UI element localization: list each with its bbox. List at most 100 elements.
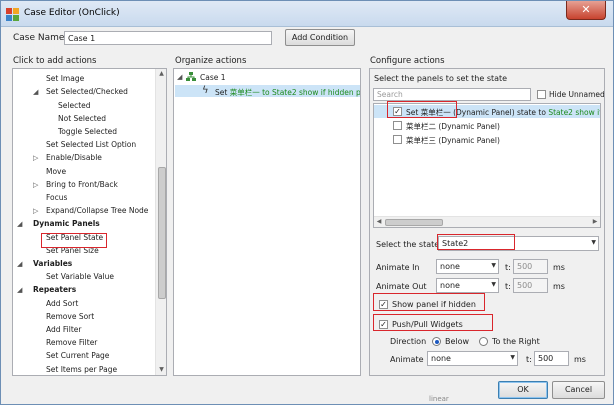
highlight-set-panel-state: [41, 233, 107, 248]
add-actions-header: Click to add actions: [13, 56, 97, 66]
partial-text: linear: [429, 395, 449, 403]
action-item[interactable]: Selected: [58, 101, 91, 110]
direction-right-radio[interactable]: [479, 337, 488, 346]
action-item[interactable]: Toggle Selected: [58, 127, 117, 136]
select-state-label: Select the state: [376, 240, 440, 249]
panels-list: ✓ Set 菜单栏一 (Dynamic Panel) state to State…: [373, 103, 601, 228]
case-name-label: Case Name: [13, 33, 65, 43]
animate-out-value: none: [440, 281, 460, 290]
scroll-thumb[interactable]: [158, 167, 166, 299]
highlight-push-pull: [373, 314, 493, 331]
actions-scrollbar[interactable]: ▲ ▼: [155, 69, 166, 375]
hide-unnamed-checkbox[interactable]: [537, 90, 546, 99]
ms-label: ms: [553, 263, 565, 272]
hscroll-thumb[interactable]: [385, 219, 443, 226]
ok-button[interactable]: OK: [498, 381, 548, 399]
t-label: t:: [526, 355, 532, 364]
action-item[interactable]: Set Selected/Checked: [46, 87, 128, 96]
animate-in-value: none: [440, 262, 460, 271]
animate-out-duration[interactable]: 500: [513, 278, 548, 293]
highlight-panel-row: [387, 101, 457, 118]
app-icon: [6, 8, 19, 21]
action-item[interactable]: Set Selected List Option: [46, 140, 136, 149]
action-set-panel-state[interactable]: Set 菜单栏一 to State2 show if hidden pus: [215, 87, 360, 98]
direction-right-label: To the Right: [492, 337, 540, 346]
action-category[interactable]: Repeaters: [33, 285, 76, 294]
animate-label: Animate: [390, 355, 424, 364]
action-category[interactable]: Variables: [33, 259, 72, 268]
search-input[interactable]: Search: [373, 88, 531, 101]
direction-below-radio[interactable]: [432, 337, 441, 346]
action-item[interactable]: Set Variable Value: [46, 272, 114, 281]
select-panels-label: Select the panels to set the state: [374, 74, 508, 83]
panel-checkbox[interactable]: [393, 121, 402, 130]
action-item[interactable]: Set Items per Page: [46, 365, 117, 374]
action-item[interactable]: Set Current Page: [46, 351, 109, 360]
expand-arrow-icon[interactable]: ▷: [33, 154, 38, 162]
ms-label: ms: [553, 282, 565, 291]
hide-unnamed-label: Hide Unnamed: [549, 90, 605, 99]
organize-actions-header: Organize actions: [175, 56, 247, 66]
t-label: t:: [505, 282, 511, 291]
expand-arrow-icon[interactable]: ▷: [33, 207, 38, 215]
expand-arrow-icon[interactable]: ◢: [17, 260, 22, 268]
add-condition-button[interactable]: Add Condition: [285, 29, 355, 46]
action-item[interactable]: Add Sort: [46, 299, 78, 308]
scroll-down-arrow[interactable]: ▼: [156, 365, 166, 375]
panel-item[interactable]: 菜单栏二 (Dynamic Panel): [406, 121, 500, 132]
action-item[interactable]: Enable/Disable: [46, 153, 102, 162]
panel-item[interactable]: 菜单栏三 (Dynamic Panel): [406, 135, 500, 146]
case-name-input[interactable]: Case 1: [64, 31, 272, 45]
action-item[interactable]: Not Selected: [58, 114, 106, 123]
case-icon: [186, 72, 196, 81]
animate-out-label: Animate Out: [376, 282, 427, 291]
scroll-left-arrow[interactable]: ◀: [374, 217, 384, 227]
panel-checkbox[interactable]: [393, 135, 402, 144]
expand-arrow-icon[interactable]: ▷: [33, 181, 38, 189]
case-expand-arrow[interactable]: ◢: [177, 73, 182, 81]
actions-tree: Set Text Set Image ◢ Set Selected/Checked Se…: [12, 68, 167, 376]
direction-below-label: Below: [445, 337, 470, 346]
scroll-right-arrow[interactable]: ▶: [590, 217, 600, 227]
animate-in-duration[interactable]: 500: [513, 259, 548, 274]
expand-arrow-icon[interactable]: ◢: [17, 286, 22, 294]
animate-duration[interactable]: 500: [534, 351, 569, 366]
animate-select[interactable]: none ▼: [427, 351, 518, 366]
animate-value: none: [431, 354, 451, 363]
animate-in-select[interactable]: none ▼: [436, 259, 499, 274]
configure-actions-header: Configure actions: [370, 56, 445, 66]
chevron-down-icon: ▼: [510, 354, 515, 361]
action-item[interactable]: Bring to Front/Back: [46, 180, 118, 189]
chevron-down-icon: ▼: [491, 281, 496, 288]
action-item[interactable]: Set Text: [46, 69, 76, 70]
action-item[interactable]: Expand/Collapse Tree Node: [46, 206, 148, 215]
t-label: t:: [505, 263, 511, 272]
action-category[interactable]: Dynamic Panels: [33, 219, 100, 228]
lightning-icon: ϟ: [202, 85, 209, 96]
animate-in-label: Animate In: [376, 263, 420, 272]
close-button[interactable]: ✕: [566, 1, 606, 20]
panels-hscrollbar[interactable]: ◀ ▶: [374, 216, 600, 227]
animate-out-select[interactable]: none ▼: [436, 278, 499, 293]
expand-arrow-icon[interactable]: ◢: [17, 220, 22, 228]
chevron-down-icon: ▼: [491, 262, 496, 269]
highlight-show-if-hidden: [373, 293, 485, 311]
ms-label: ms: [574, 355, 586, 364]
action-item[interactable]: Remove Filter: [46, 338, 97, 347]
scroll-up-arrow[interactable]: ▲: [156, 69, 166, 79]
action-item[interactable]: Focus: [46, 193, 67, 202]
title-bar[interactable]: Case Editor (OnClick) ✕: [1, 1, 613, 27]
highlight-state-select: [437, 234, 515, 250]
organize-actions-tree: ◢ Case 1 ϟ Set 菜单栏一 to State2 show if hi…: [173, 68, 361, 376]
case-editor-window: Case Editor (OnClick) ✕ Case Name Case 1…: [0, 0, 614, 405]
action-item[interactable]: Add Filter: [46, 325, 81, 334]
direction-label: Direction: [390, 337, 427, 346]
action-item[interactable]: Set Image: [46, 74, 84, 83]
chevron-down-icon: ▼: [591, 239, 596, 246]
case-item[interactable]: Case 1: [200, 73, 226, 82]
window-title: Case Editor (OnClick): [24, 8, 120, 18]
action-item[interactable]: Move: [46, 167, 66, 176]
action-item[interactable]: Remove Sort: [46, 312, 94, 321]
cancel-button[interactable]: Cancel: [552, 381, 605, 399]
expand-arrow-icon[interactable]: ◢: [33, 88, 38, 96]
